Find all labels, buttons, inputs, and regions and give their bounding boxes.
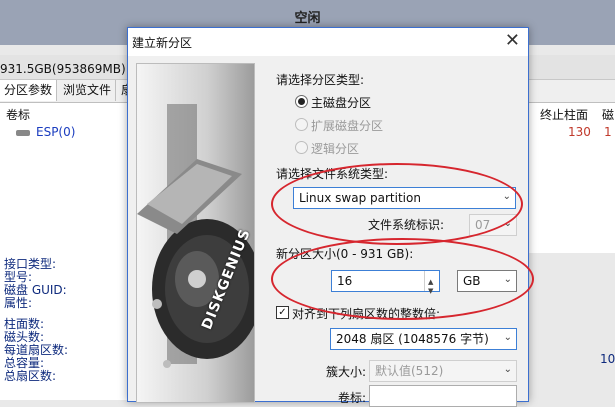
align-select[interactable]: 2048 扇区 (1048576 字节) ⌄ [330, 328, 517, 350]
volume-label-label: 卷标: [338, 391, 367, 405]
highlight-ellipse-fs-type [271, 163, 523, 245]
radio-extended-partition [295, 118, 308, 131]
dialog-title: 建立新分区 [132, 36, 193, 50]
chevron-down-icon: ⌄ [503, 332, 512, 343]
logical-partition-label: 逻辑分区 [311, 142, 360, 156]
total-sectors-label: 总扇区数: [4, 369, 57, 383]
partition-name: ESP(0) [36, 125, 76, 139]
close-icon[interactable]: ✕ [505, 30, 520, 52]
right-value: 10 [600, 352, 615, 366]
end-cylinder-value: 130 [568, 125, 591, 139]
chevron-down-icon: ⌄ [503, 364, 512, 375]
column-volume-label: 卷标 [6, 108, 31, 122]
volume-label-input[interactable] [369, 385, 517, 407]
radio-logical-partition [295, 141, 308, 154]
tab-browse-files[interactable]: 浏览文件 [59, 80, 117, 101]
partition-type-label: 请选择分区类型: [276, 73, 365, 87]
column-end-cylinder: 终止柱面 [540, 108, 589, 122]
primary-partition-label[interactable]: 主磁盘分区 [311, 94, 371, 111]
disk-partition-icon [16, 130, 30, 136]
extended-partition-label: 扩展磁盘分区 [311, 119, 384, 133]
align-checkbox[interactable]: ✓ [276, 306, 289, 319]
disk-info-text: 931.5GB(953869MB) 柱 [0, 62, 142, 76]
disk-info-panel: 接口类型: 型号: 磁盘 GUID: 属性: 柱面数: 磁头数: 每道扇区数: … [0, 253, 128, 400]
column-next: 磁 [602, 108, 615, 122]
radio-primary-partition[interactable] [295, 95, 308, 108]
attributes-label: 属性: [4, 296, 33, 310]
tab-partition-params[interactable]: 分区参数 [0, 80, 58, 101]
next-column-value: 1 [604, 125, 612, 139]
align-value: 2048 扇区 (1048576 字节) [336, 332, 489, 346]
cluster-size-value: 默认值(512) [375, 364, 444, 378]
dialog-titlebar[interactable]: 建立新分区 ✕ [128, 28, 528, 56]
cluster-size-select: 默认值(512) ⌄ [369, 360, 517, 382]
highlight-ellipse-size [271, 238, 534, 320]
diskgenius-illustration: DISKGENIUS [136, 63, 255, 403]
cluster-size-label: 簇大小: [326, 365, 367, 379]
new-partition-dialog: 建立新分区 ✕ DISKGENIUS 请选择分区类型: 主磁盘分区 扩展磁盘分区… [127, 27, 534, 407]
